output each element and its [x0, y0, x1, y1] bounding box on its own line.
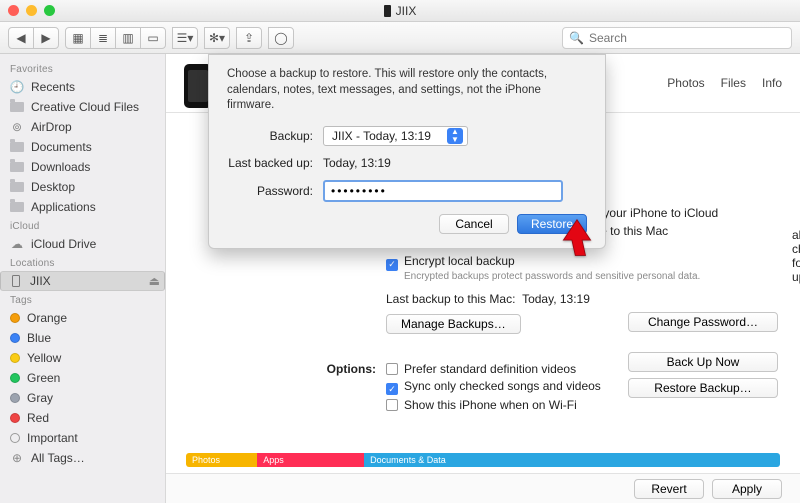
options-label: Options: [286, 362, 376, 376]
tab-info[interactable]: Info [762, 76, 782, 96]
eject-icon[interactable]: ⏏ [149, 274, 160, 288]
sidebar-header-favorites: Favorites [0, 60, 165, 77]
folder-icon [10, 141, 24, 153]
view-column-button[interactable]: ▥ [115, 27, 141, 49]
password-input[interactable] [323, 180, 563, 202]
share-button[interactable]: ⇪ [236, 27, 262, 49]
sheet-cancel-button[interactable]: Cancel [439, 214, 509, 234]
sidebar-tag-blue[interactable]: Blue [0, 328, 165, 348]
sidebar-tag-important[interactable]: Important [0, 428, 165, 448]
sidebar-header-locations: Locations [0, 254, 165, 271]
storage-apps: Apps [257, 453, 364, 467]
sidebar-item-icloud-drive[interactable]: ☁︎iCloud Drive [0, 234, 165, 254]
minimize-window-button[interactable] [26, 5, 37, 16]
backup-select-value: JIIX - Today, 13:19 [332, 129, 431, 143]
folder-icon [10, 101, 24, 113]
cloud-icon: ☁︎ [10, 238, 24, 250]
all-tags-icon: ⊕ [10, 452, 24, 464]
folder-icon [10, 201, 24, 213]
sidebar-tag-yellow[interactable]: Yellow [0, 348, 165, 368]
tab-photos[interactable]: Photos [667, 76, 704, 96]
zoom-window-button[interactable] [44, 5, 55, 16]
sheet-message: Choose a backup to restore. This will re… [227, 67, 587, 114]
tag-dot-icon [10, 353, 20, 363]
sidebar-tag-green[interactable]: Green [0, 368, 165, 388]
manage-backups-button[interactable]: Manage Backups… [386, 314, 521, 334]
update-check-text: ally check for an update [792, 228, 800, 284]
toolbar: ◀ ▶ ▦ ≣ ▥ ▭ ☰▾ ✻▾ ⇪ ◯ 🔍 [0, 22, 800, 54]
last-backup-row: Last backup to this Mac: Today, 13:19 [386, 292, 780, 306]
checkbox-icon: ✓ [386, 259, 398, 271]
airdrop-icon: ⊚ [10, 121, 24, 133]
tab-files[interactable]: Files [721, 76, 746, 96]
tag-dot-icon [10, 313, 20, 323]
chevron-updown-icon: ▲▼ [447, 128, 463, 144]
sidebar-item-desktop[interactable]: Desktop [0, 177, 165, 197]
checkbox-icon [386, 363, 398, 375]
backup-select[interactable]: JIIX - Today, 13:19 ▲▼ [323, 126, 468, 146]
encrypt-hint: Encrypted backups protect passwords and … [404, 271, 780, 282]
search-icon: 🔍 [569, 31, 584, 45]
window-title: JIIX [0, 4, 800, 18]
close-window-button[interactable] [8, 5, 19, 16]
sidebar-tag-red[interactable]: Red [0, 408, 165, 428]
folder-icon [10, 161, 24, 173]
group-by-button[interactable]: ☰▾ [172, 27, 198, 49]
tags-button[interactable]: ◯ [268, 27, 294, 49]
nav-back-button[interactable]: ◀ [8, 27, 34, 49]
view-list-button[interactable]: ≣ [90, 27, 116, 49]
device-icon [384, 5, 391, 17]
tag-dot-icon [10, 413, 20, 423]
sidebar-tag-gray[interactable]: Gray [0, 388, 165, 408]
revert-button[interactable]: Revert [634, 479, 704, 499]
view-gallery-button[interactable]: ▭ [140, 27, 166, 49]
nav-forward-button[interactable]: ▶ [33, 27, 59, 49]
search-input[interactable] [589, 31, 785, 45]
view-icon-button[interactable]: ▦ [65, 27, 91, 49]
tag-dot-icon [10, 333, 20, 343]
change-password-button[interactable]: Change Password… [628, 312, 778, 332]
sidebar-item-applications[interactable]: Applications [0, 197, 165, 217]
iphone-icon [9, 275, 23, 287]
option-show-wifi[interactable]: Show this iPhone when on Wi-Fi [386, 398, 780, 412]
backup-field-label: Backup: [227, 129, 313, 143]
sidebar-item-documents[interactable]: Documents [0, 137, 165, 157]
action-button[interactable]: ✻▾ [204, 27, 230, 49]
storage-photos: Photos [186, 453, 257, 467]
sidebar-tag-all[interactable]: ⊕All Tags… [0, 448, 165, 468]
storage-docs: Documents & Data [364, 453, 780, 467]
apply-button[interactable]: Apply [712, 479, 782, 499]
pointer-arrow-annotation [560, 218, 594, 258]
password-field-label: Password: [227, 184, 313, 198]
checkbox-icon [386, 399, 398, 411]
checkbox-icon: ✓ [386, 383, 398, 395]
sidebar-item-recents[interactable]: 🕘Recents [0, 77, 165, 97]
tag-dot-icon [10, 393, 20, 403]
sidebar-item-downloads[interactable]: Downloads [0, 157, 165, 177]
storage-bar: Photos Apps Documents & Data [186, 453, 780, 467]
recents-icon: 🕘 [10, 81, 24, 93]
sidebar-header-tags: Tags [0, 291, 165, 308]
sidebar-tag-orange[interactable]: Orange [0, 308, 165, 328]
last-backed-up-value: Today, 13:19 [323, 156, 391, 170]
last-backed-up-label: Last backed up: [227, 156, 313, 170]
sidebar-item-airdrop[interactable]: ⊚AirDrop [0, 117, 165, 137]
folder-icon [10, 181, 24, 193]
sidebar-header-icloud: iCloud [0, 217, 165, 234]
sidebar-item-device-jiix[interactable]: JIIX⏏ [0, 271, 165, 291]
search-field[interactable]: 🔍 [562, 27, 792, 49]
tag-dot-icon [10, 433, 20, 443]
tag-dot-icon [10, 373, 20, 383]
sidebar: Favorites 🕘Recents Creative Cloud Files … [0, 54, 166, 503]
sidebar-item-creative-cloud[interactable]: Creative Cloud Files [0, 97, 165, 117]
back-up-now-button[interactable]: Back Up Now [628, 352, 778, 372]
restore-sheet: Choose a backup to restore. This will re… [208, 54, 606, 249]
restore-backup-button[interactable]: Restore Backup… [628, 378, 778, 398]
